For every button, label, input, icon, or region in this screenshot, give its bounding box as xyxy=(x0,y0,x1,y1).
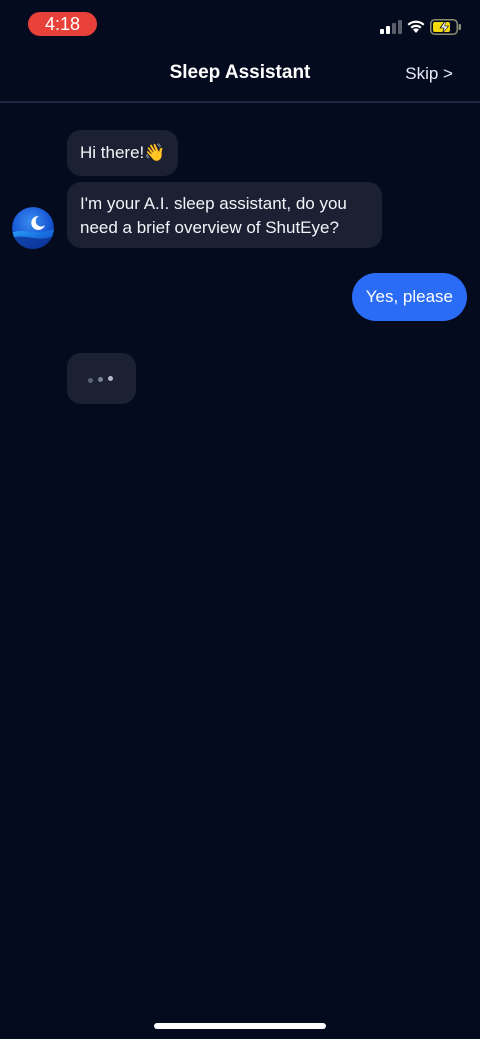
top-nav-bar: Sleep Assistant Skip > xyxy=(0,46,480,102)
moon-avatar-icon xyxy=(12,207,54,249)
status-bar: 4:18 xyxy=(0,0,480,46)
typing-indicator xyxy=(67,353,136,404)
status-time[interactable]: 4:18 xyxy=(28,12,97,36)
wifi-icon xyxy=(407,20,425,33)
skip-button[interactable]: Skip > xyxy=(405,64,453,84)
assistant-message: Hi there!👋 xyxy=(67,130,179,176)
home-indicator[interactable] xyxy=(154,1023,326,1029)
header-divider xyxy=(0,101,480,103)
typing-dot xyxy=(98,377,103,382)
typing-dot xyxy=(108,376,113,381)
battery-charging-icon xyxy=(430,19,461,35)
assistant-message: I'm your A.I. sleep assistant, do you ne… xyxy=(67,182,382,248)
chat-screen: 4:18 Sleep Assistant Skip > Hi there!👋 I… xyxy=(0,0,480,1039)
typing-dot xyxy=(88,378,93,383)
cellular-signal-icon xyxy=(380,20,402,34)
assistant-avatar xyxy=(12,207,54,249)
user-reply-bubble[interactable]: Yes, please xyxy=(351,273,467,321)
